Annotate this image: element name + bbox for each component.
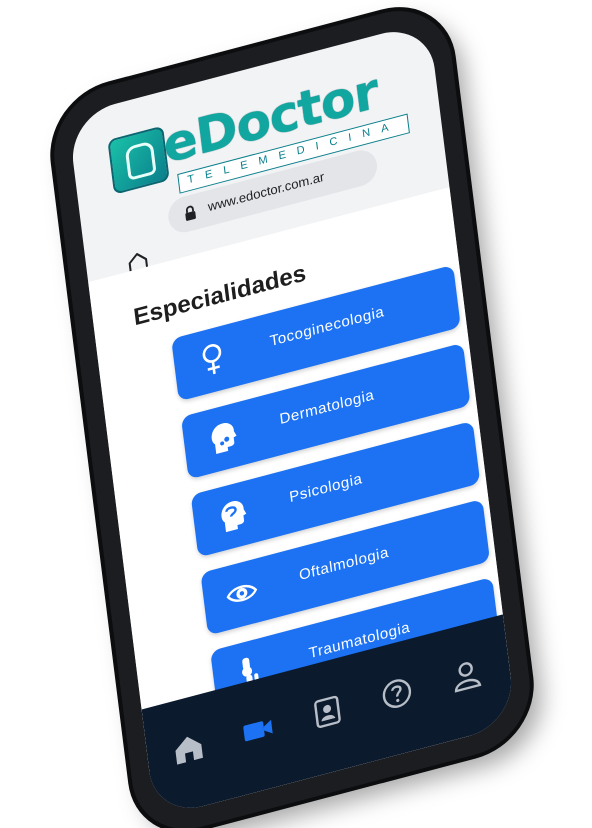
stethoscope-icon bbox=[107, 125, 170, 195]
stage: eDoctor TELEMEDICINA www.edoctor.com.ar … bbox=[0, 0, 592, 828]
phone-frame: eDoctor TELEMEDICINA www.edoctor.com.ar … bbox=[47, 0, 537, 828]
lock-icon bbox=[185, 205, 196, 221]
help-icon[interactable] bbox=[378, 673, 416, 715]
specialty-label: Dermatologia bbox=[278, 386, 376, 429]
phone-screen: eDoctor TELEMEDICINA www.edoctor.com.ar … bbox=[67, 21, 517, 819]
video-call-icon[interactable] bbox=[239, 709, 277, 751]
head-profile-icon bbox=[211, 423, 237, 455]
specialty-label: Oftalmologia bbox=[298, 543, 390, 585]
home-icon[interactable] bbox=[170, 727, 208, 769]
user-icon[interactable] bbox=[447, 654, 485, 696]
head-mind-icon bbox=[221, 501, 247, 533]
specialty-label: Psicologia bbox=[288, 470, 364, 507]
venus-icon bbox=[202, 344, 222, 375]
eye-icon bbox=[226, 584, 258, 602]
contacts-icon[interactable] bbox=[309, 691, 347, 733]
specialty-label: Tocoginecologia bbox=[268, 303, 386, 350]
